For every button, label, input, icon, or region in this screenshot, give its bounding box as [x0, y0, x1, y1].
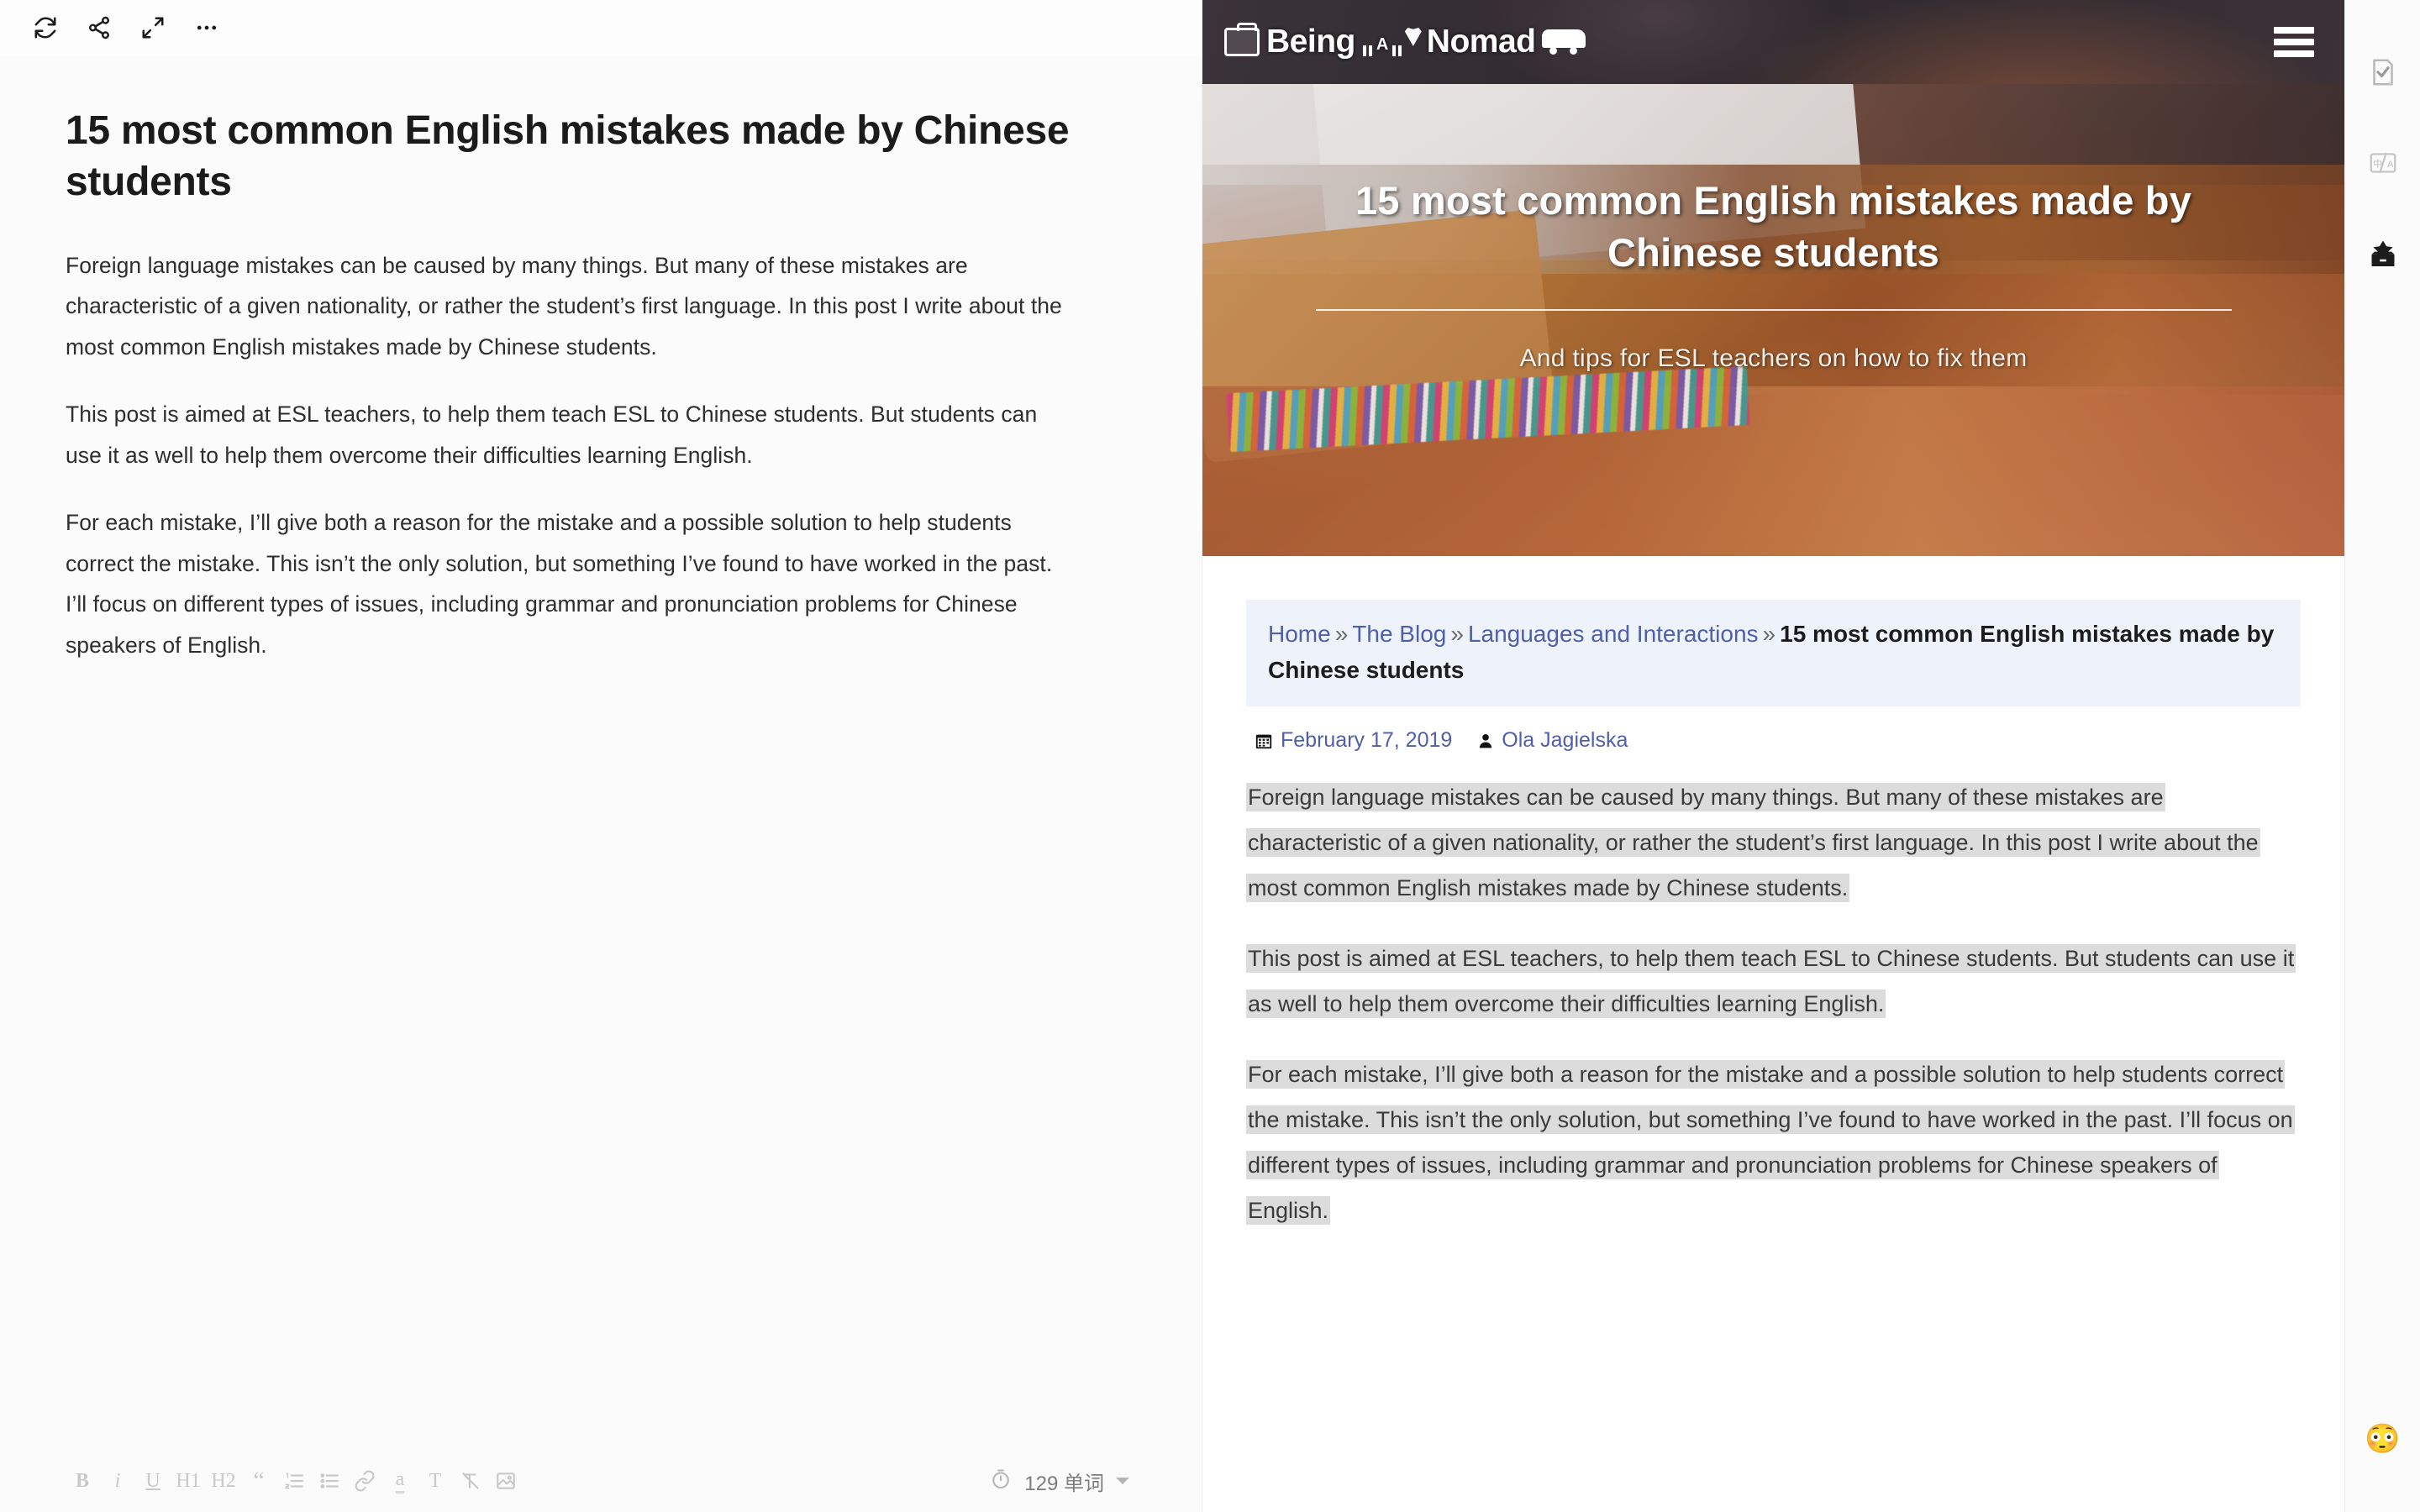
document-paragraph[interactable]: This post is aimed at ESL teachers, to h… [66, 394, 1076, 475]
article-paragraph-block[interactable]: For each mistake, I’ll give both a reaso… [1246, 1052, 2301, 1233]
italic-button[interactable]: i [101, 1462, 134, 1499]
translate-icon[interactable]: 中 A [2358, 138, 2408, 188]
word-count-control[interactable]: 129 单词 [989, 1467, 1180, 1496]
document-paragraph[interactable]: Foreign language mistakes can be caused … [66, 245, 1076, 367]
calendar-icon [1255, 732, 1273, 750]
hero-divider [1315, 309, 2232, 312]
fullscreen-icon[interactable] [126, 4, 180, 51]
ordered-list-button[interactable] [277, 1462, 311, 1499]
document-check-icon[interactable] [2358, 47, 2408, 97]
breadcrumb: Home» The Blog» Languages and Interactions… [1246, 600, 2301, 707]
article-paragraph: Foreign language mistakes can be caused … [1246, 783, 2260, 903]
unordered-list-button[interactable] [313, 1462, 346, 1499]
post-date[interactable]: February 17, 2019 [1255, 728, 1452, 753]
bold-button[interactable]: B [66, 1462, 99, 1499]
underline-button[interactable]: U [136, 1462, 170, 1499]
svg-text:中: 中 [2373, 159, 2382, 170]
highlight-button[interactable]: a [383, 1462, 417, 1499]
logo-text-a: A [1376, 35, 1388, 54]
breadcrumb-separator: » [1762, 621, 1776, 647]
article-paragraph: For each mistake, I’ll give both a reaso… [1246, 1060, 2295, 1226]
site-header: Being A Nomad [1202, 0, 2344, 84]
site-logo[interactable]: Being A Nomad [1224, 23, 1586, 60]
insert-image-button[interactable] [489, 1462, 523, 1499]
editor-format-toolbar: B i U H1 H2 “ a T 129 单词 [0, 1450, 1202, 1512]
document-paragraph[interactable]: For each mistake, I’ll give both a reaso… [66, 502, 1076, 665]
emoji-face-icon[interactable]: 😳 [2365, 1425, 2400, 1453]
breadcrumb-item-the-blog[interactable]: The Blog [1352, 621, 1446, 647]
article-container: Home» The Blog» Languages and Interactions… [1202, 556, 2344, 1234]
camper-van-icon [1542, 29, 1586, 55]
hamburger-menu-icon[interactable] [2274, 27, 2314, 57]
web-preview-pane[interactable]: Being A Nomad 15 most common English mis… [1202, 0, 2344, 1512]
timer-icon [989, 1467, 1013, 1495]
editor-content-area[interactable]: 15 most common English mistakes made by … [0, 55, 1202, 1450]
palm-icon [1404, 28, 1422, 46]
logo-text-nomad: Nomad [1426, 24, 1536, 60]
right-tool-rail: 中 A 😳 [2344, 0, 2420, 1512]
share-icon[interactable] [72, 4, 126, 51]
sync-icon[interactable] [18, 4, 72, 51]
text-color-label: T [429, 1469, 442, 1492]
breadcrumb-separator: » [1334, 621, 1349, 647]
clear-format-button[interactable] [454, 1462, 487, 1499]
breadcrumb-item-languages-and-interactions[interactable]: Languages and Interactions [1468, 621, 1759, 647]
post-date-label: February 17, 2019 [1281, 728, 1453, 753]
post-author-label: Ola Jagielska [1502, 728, 1628, 753]
chevron-down-icon[interactable] [1116, 1478, 1129, 1484]
heading-2-button[interactable]: H2 [207, 1462, 240, 1499]
heading-1-label: H1 [176, 1469, 201, 1492]
post-meta: February 17, 2019 Ola Jagielska [1255, 728, 2301, 753]
article-paragraph: This post is aimed at ESL teachers, to h… [1246, 944, 2296, 1019]
word-count-label: 129 单词 [1024, 1472, 1104, 1495]
blockquote-label: “ [253, 1467, 265, 1494]
breadcrumb-separator: » [1450, 621, 1464, 647]
people-icon: A [1360, 28, 1422, 56]
hero-text-block: 15 most common English mistakes made by … [1202, 175, 2344, 373]
svg-text:A: A [2386, 160, 2393, 170]
editor-top-toolbar [0, 0, 1202, 55]
hero-subtitle: And tips for ESL teachers on how to fix … [1519, 344, 2028, 373]
article-paragraph-block[interactable]: This post is aimed at ESL teachers, to h… [1246, 936, 2301, 1026]
hero-banner: 15 most common English mistakes made by … [1202, 84, 2344, 556]
highlight-label: a [395, 1468, 405, 1494]
text-color-button[interactable]: T [418, 1462, 452, 1499]
suitcase-icon [1224, 23, 1260, 56]
app-root: 15 most common English mistakes made by … [0, 0, 2420, 1512]
article-paragraph-block[interactable]: Foreign language mistakes can be caused … [1246, 774, 2301, 911]
post-author[interactable]: Ola Jagielska [1477, 728, 1628, 753]
editor-pane: 15 most common English mistakes made by … [0, 0, 1202, 1512]
hero-title: 15 most common English mistakes made by … [1355, 178, 2192, 276]
heading-2-label: H2 [211, 1469, 236, 1492]
blockquote-button[interactable]: “ [242, 1462, 276, 1499]
more-options-icon[interactable] [180, 4, 234, 51]
user-icon [1477, 732, 1494, 749]
archive-box-icon[interactable] [2358, 228, 2408, 279]
breadcrumb-item-home[interactable]: Home [1268, 621, 1331, 647]
heading-1-button[interactable]: H1 [171, 1462, 205, 1499]
document-title[interactable]: 15 most common English mistakes made by … [66, 106, 1076, 208]
link-button[interactable] [348, 1462, 381, 1499]
logo-text-being: Being [1266, 24, 1355, 60]
